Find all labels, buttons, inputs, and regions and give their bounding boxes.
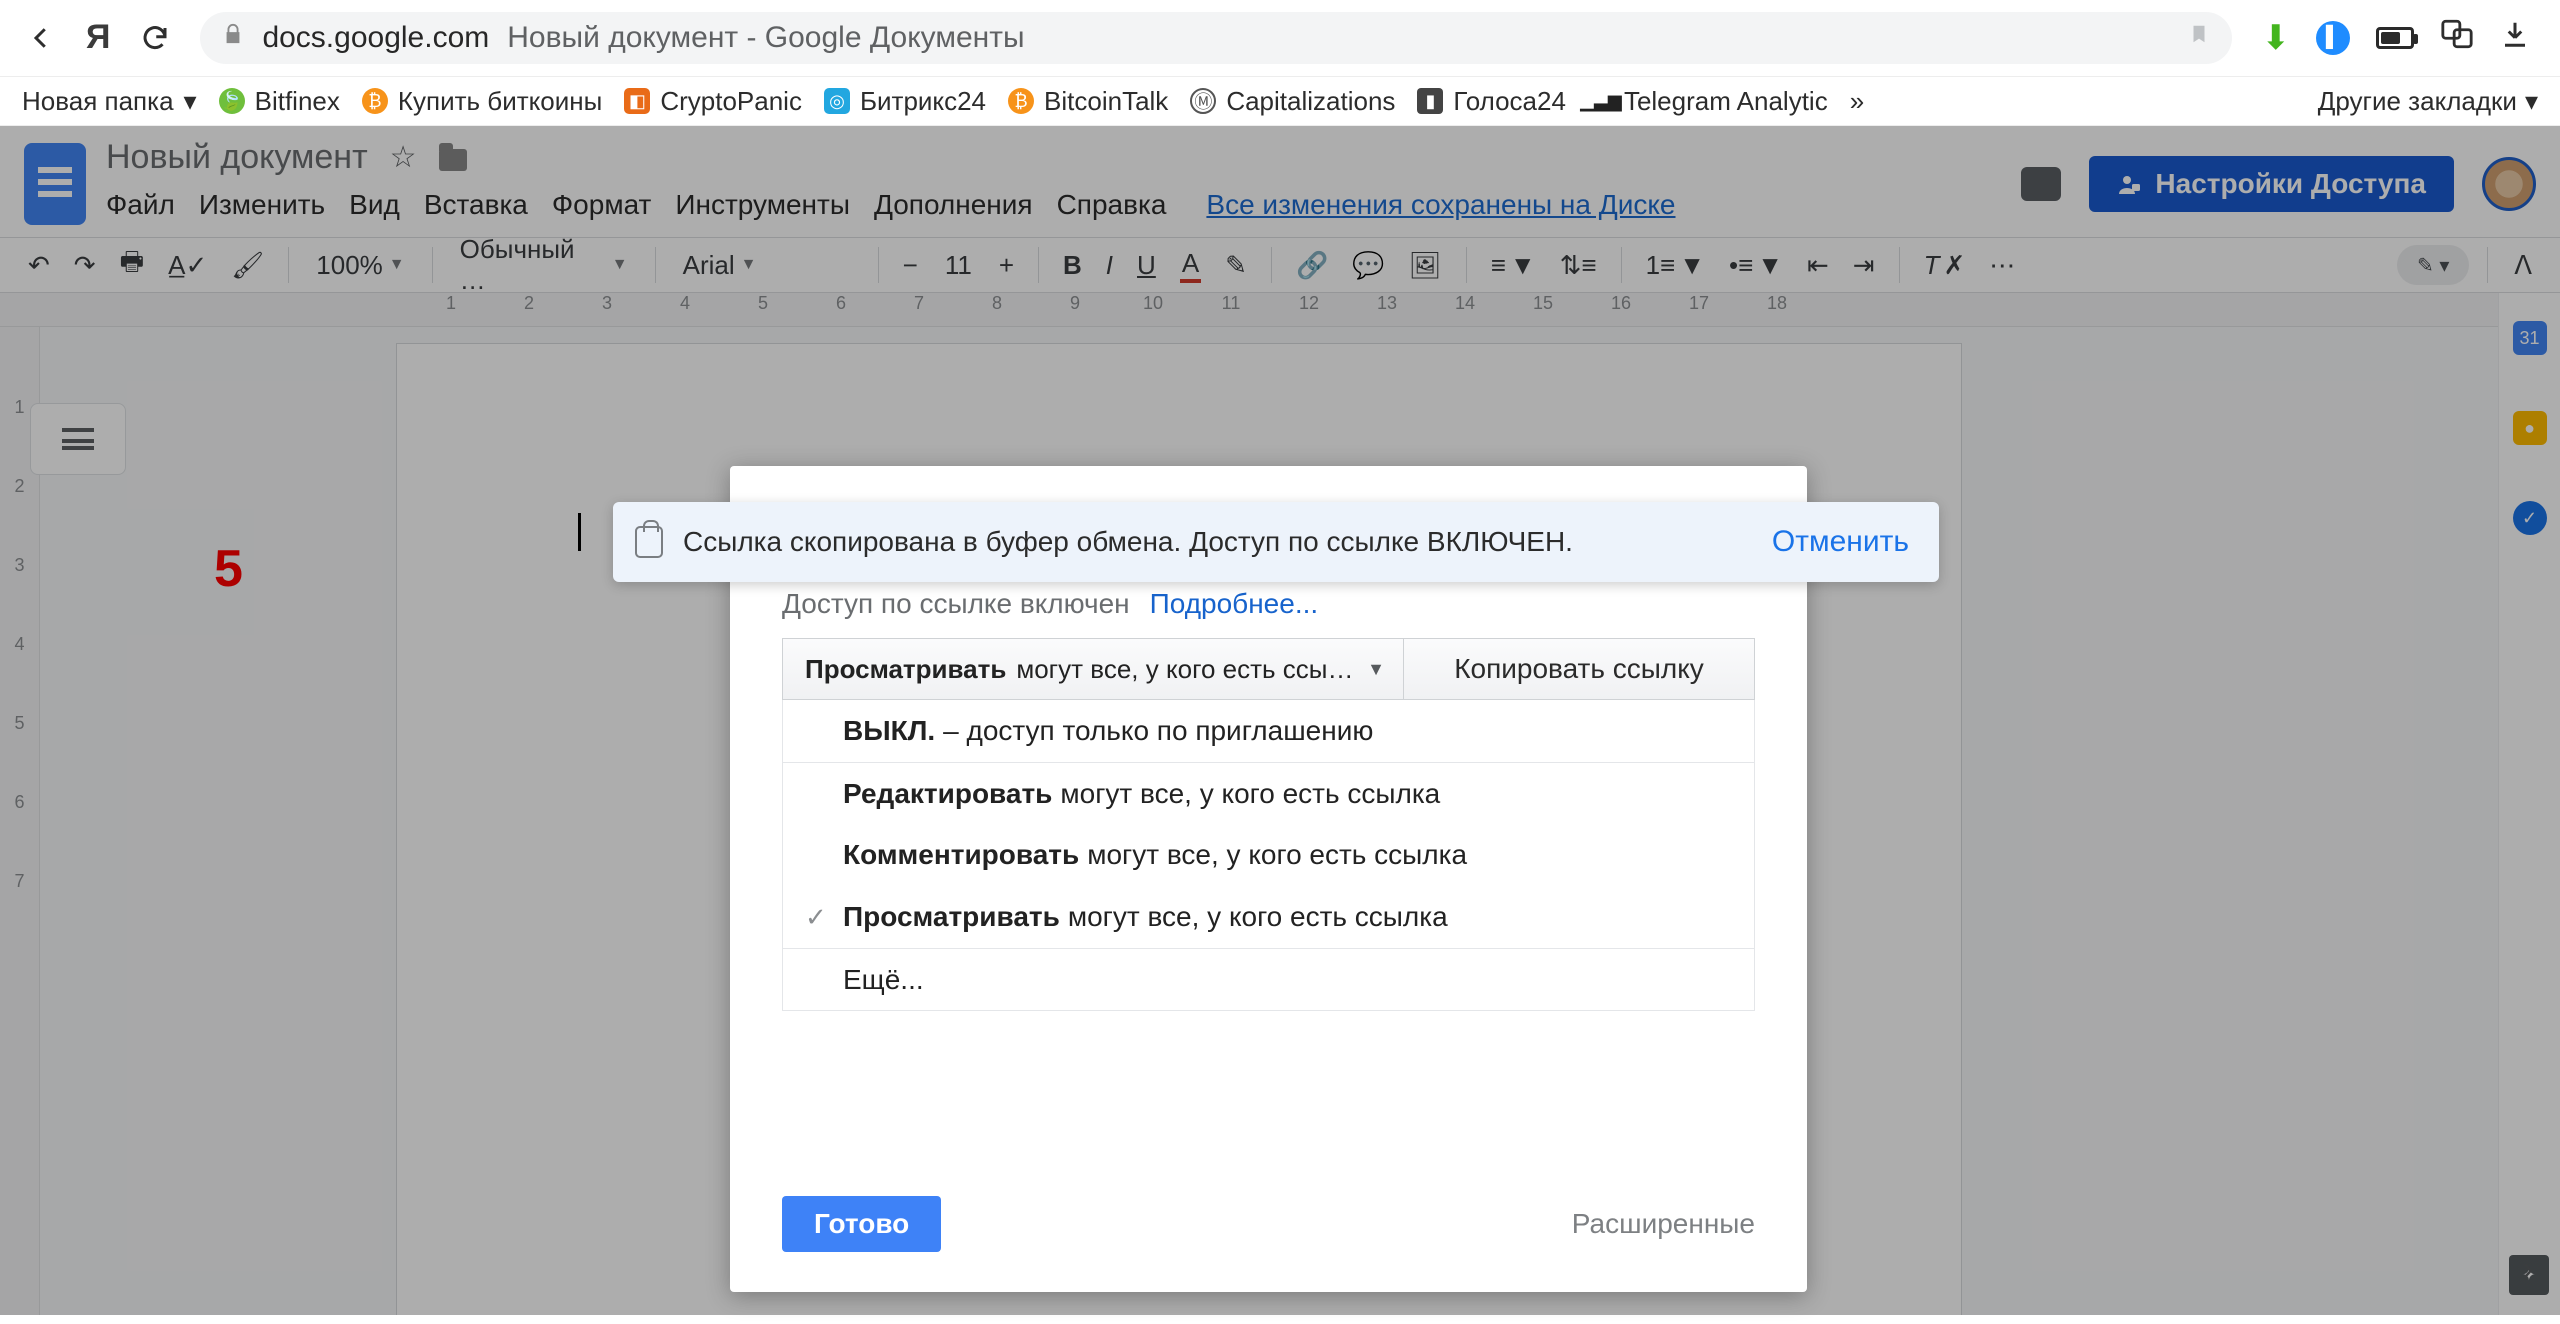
bookmark-label: Битрикс24: [860, 86, 986, 117]
other-bookmarks-button[interactable]: Другие закладки ▾: [2318, 86, 2538, 117]
address-domain: docs.google.com: [262, 21, 489, 55]
bookmark-item-bitfinex[interactable]: 🍃 Bitfinex: [219, 86, 340, 117]
site-icon: ◧: [624, 88, 650, 114]
share-modal: Доступ по ссылке включен Подробнее... Пр…: [730, 466, 1807, 1292]
bookmark-label: Купить биткоины: [398, 86, 602, 117]
browser-extensions-strip: ⬇ ▌: [2262, 17, 2535, 59]
check-icon: ✓: [805, 902, 827, 933]
bookmark-item-capitalizations[interactable]: Ⓜ Capitalizations: [1190, 86, 1395, 117]
extension-blue-dot-icon[interactable]: ▌: [2316, 21, 2350, 55]
bookmark-item-bitrix24[interactable]: ◎ Битрикс24: [824, 86, 986, 117]
reload-icon[interactable]: [140, 23, 170, 53]
link-copied-toast: Ссылка скопирована в буфер обмена. Досту…: [613, 502, 1939, 582]
link-permission-dropdown[interactable]: Просматривать могут все, у кого есть ссы…: [783, 639, 1404, 699]
browser-address-bar: Я docs.google.com Новый документ - Googl…: [0, 0, 2560, 76]
bookmark-item-bitcointalk[interactable]: ₿ BitcoinTalk: [1008, 86, 1168, 117]
link-sharing-status: Доступ по ссылке включен: [782, 588, 1130, 620]
toast-undo-button[interactable]: Отменить: [1772, 525, 1909, 559]
site-icon: ▁▃▆: [1588, 88, 1614, 114]
bookmark-item-telegram-analytics[interactable]: ▁▃▆ Telegram Analytic: [1588, 86, 1828, 117]
extension-translate-icon[interactable]: [2440, 17, 2474, 59]
bookmark-label: Capitalizations: [1226, 86, 1395, 117]
bookmark-item-new-folder[interactable]: Новая папка ▾: [22, 86, 197, 117]
bookmarks-bar: Новая папка ▾ 🍃 Bitfinex ₿ Купить биткои…: [0, 76, 2560, 126]
bookmark-item-buy-bitcoin[interactable]: ₿ Купить биткоины: [362, 86, 602, 117]
done-button-label: Готово: [814, 1208, 909, 1239]
bookmark-label: BitcoinTalk: [1044, 86, 1168, 117]
yandex-letter: Я: [86, 18, 110, 57]
chevron-down-icon: ▼: [1367, 659, 1385, 680]
bookmark-item-golosa24[interactable]: ▮ Голоса24: [1417, 86, 1566, 117]
bookmark-label: Новая папка: [22, 86, 174, 117]
yandex-home-button[interactable]: Я: [86, 18, 110, 57]
address-field[interactable]: docs.google.com Новый документ - Google …: [200, 12, 2231, 64]
permission-option-comment[interactable]: Комментировать могут все, у кого есть сс…: [783, 824, 1754, 886]
other-bookmarks-label: Другие закладки: [2318, 86, 2517, 117]
clipboard-icon: [635, 526, 663, 558]
advanced-settings-link[interactable]: Расширенные: [1572, 1208, 1755, 1240]
permission-option-view[interactable]: ✓ Просматривать могут все, у кого есть с…: [783, 886, 1754, 948]
battery-icon[interactable]: [2376, 27, 2414, 49]
toast-message: Ссылка скопирована в буфер обмена. Досту…: [683, 526, 1573, 558]
site-icon: ₿: [362, 88, 388, 114]
site-icon: ₿: [1008, 88, 1034, 114]
permission-rest: могут все, у кого есть ссы…: [1016, 654, 1353, 685]
site-icon: 🍃: [219, 88, 245, 114]
bookmark-item-cryptopanic[interactable]: ◧ CryptoPanic: [624, 86, 802, 117]
copy-link-label: Копировать ссылку: [1454, 653, 1704, 685]
chevron-down-icon: ▾: [2525, 86, 2538, 117]
copy-link-button[interactable]: Копировать ссылку: [1404, 639, 1754, 699]
bookmark-label: Telegram Analytic: [1624, 86, 1828, 117]
bookmark-overflow-button[interactable]: »: [1850, 86, 1864, 117]
overflow-chevron-icon: »: [1850, 86, 1864, 117]
permission-options-list: ВЫКЛ. – доступ только по приглашению Ред…: [782, 700, 1755, 1011]
lock-icon: [222, 21, 244, 55]
permission-option-edit[interactable]: Редактировать могут все, у кого есть ссы…: [783, 762, 1754, 824]
site-icon: Ⓜ: [1190, 88, 1216, 114]
bookmark-icon[interactable]: [2188, 20, 2210, 56]
nav-back-icon[interactable]: [26, 23, 56, 53]
site-icon: ◎: [824, 88, 850, 114]
download-tray-icon[interactable]: [2500, 19, 2530, 57]
done-button[interactable]: Готово: [782, 1196, 941, 1252]
download-arrow-icon[interactable]: ⬇: [2262, 18, 2291, 58]
bookmark-label: CryptoPanic: [660, 86, 802, 117]
bookmark-label: Голоса24: [1453, 86, 1566, 117]
site-icon: ▮: [1417, 88, 1443, 114]
permission-option-more[interactable]: Ещё...: [783, 948, 1754, 1010]
address-page-title: Новый документ - Google Документы: [507, 21, 1024, 55]
learn-more-link[interactable]: Подробнее...: [1150, 588, 1319, 620]
chevron-down-icon: ▾: [184, 86, 197, 117]
permission-strong: Просматривать: [805, 654, 1006, 685]
permission-option-off[interactable]: ВЫКЛ. – доступ только по приглашению: [783, 700, 1754, 762]
bookmark-label: Bitfinex: [255, 86, 340, 117]
